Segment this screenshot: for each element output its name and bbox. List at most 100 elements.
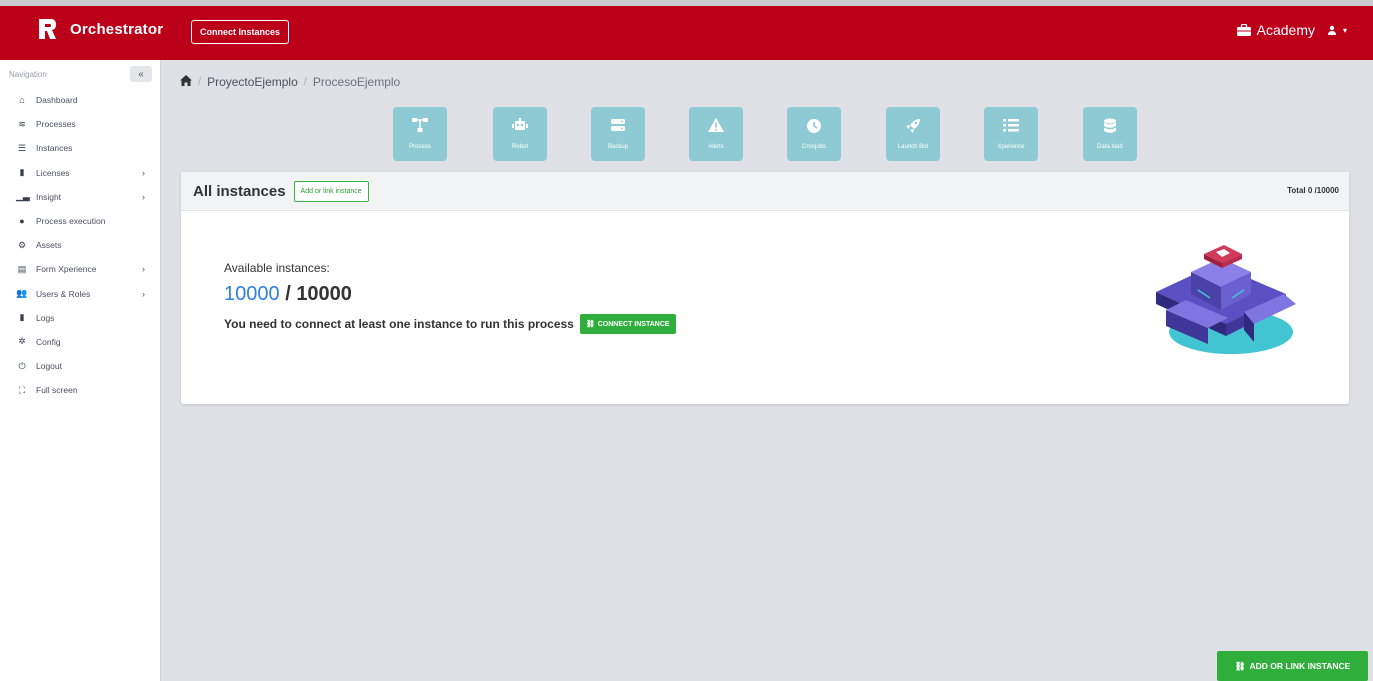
available-current: 10000 [224,283,280,305]
panel-header: All instances Add or link instance Total… [181,172,1349,211]
tool-backup[interactable]: Backup [591,107,645,161]
tool-robot[interactable]: Robot [493,107,547,161]
sidebar-item-form-xperience[interactable]: ▤ Form Xperience › [0,257,160,281]
collapse-sidebar-button[interactable]: « [130,66,152,82]
tool-process[interactable]: Process [393,107,447,161]
sidebar-item-label: Users & Roles [36,288,91,299]
sidebar-item-label: Config [36,336,61,347]
power-icon: ⏻ [18,360,26,371]
robot-icon [512,118,528,138]
server-icon: ☰ [17,142,27,153]
clock-icon [806,118,822,138]
top-navbar: Orchestrator Connect Instances Academy ▾ [0,0,1373,60]
sidebar-item-label: Insight [36,191,62,202]
server-icon [610,118,626,138]
breadcrumb-separator: / [303,76,307,88]
user-name: Academy [1256,22,1315,38]
tool-label: Robot [511,144,528,150]
sidebar-item-instances[interactable]: ☰ Instances [0,136,160,160]
nav-title: Navigation [9,70,47,79]
sidebar-item-processes[interactable]: ≋ Processes [0,112,160,136]
available-instances-count: 10000 / 10000 [224,283,352,306]
clock-icon: ● [19,216,25,227]
user-icon [1327,25,1336,35]
breadcrumb-project[interactable]: ProyectoEjemplo [207,75,298,89]
sidebar-item-label: Assets [36,240,62,251]
tool-xperience[interactable]: Xperience [984,107,1038,161]
brand[interactable]: Orchestrator [36,17,163,41]
panel-title: All instances [193,182,286,200]
sidebar-item-process-execution[interactable]: ● Process execution [0,209,160,233]
add-or-link-instance-floating-button[interactable]: ⛓ ADD OR LINK INSTANCE [1217,651,1368,681]
sitemap-icon [412,118,428,138]
connect-instance-button[interactable]: ⛓ CONNECT INSTANCE [579,314,676,334]
sidebar-item-users-roles[interactable]: 👥 Users & Roles › [0,282,160,306]
sidebar-item-insight[interactable]: ▁▃ Insight › [0,185,160,209]
file-icon: ▮ [19,167,25,178]
link-icon: ⛓ [1234,660,1246,671]
sidebar-item-label: Processes [36,119,76,130]
tool-label: Launch Bot [897,144,929,150]
tool-data-load[interactable]: Data load [1083,107,1137,161]
tool-cronjobs[interactable]: Cronjobs [787,107,841,161]
tool-alerts[interactable]: Alerts [689,107,743,161]
user-menu[interactable]: Academy ▾ [1236,22,1347,38]
chevron-down-icon: ▾ [1342,25,1347,35]
file-icon: ▮ [19,312,25,323]
sidebar-item-logout[interactable]: ⏻ Logout [0,354,160,378]
expand-icon: ⛶ [18,384,26,395]
instances-panel: All instances Add or link instance Total… [181,172,1349,404]
sidebar-nav: ⌂ Dashboard ≋ Processes ☰ Instances ▮ Li… [0,88,160,402]
available-max: 10000 [296,283,352,305]
chart-icon: ▁▃ [16,191,30,202]
list-icon [1003,118,1019,138]
tool-label: Backup [607,144,628,150]
database-icon [1103,118,1117,138]
chevron-right-icon: › [142,288,145,299]
server-illustration [1156,245,1296,354]
float-button-label: ADD OR LINK INSTANCE [1249,661,1351,671]
sidebar-item-dashboard[interactable]: ⌂ Dashboard [0,88,160,112]
orchestrator-logo-icon [39,19,56,39]
chevron-right-icon: › [142,167,145,178]
breadcrumb-process: ProcesoEjemplo [312,75,401,89]
sidebar-item-config[interactable]: ✲ Config [0,330,160,354]
form-icon: ▤ [17,263,27,274]
briefcase-icon [1236,24,1251,36]
breadcrumb: / ProyectoEjemplo / ProcesoEjemplo [180,75,400,89]
tool-label: Process [409,144,431,150]
tool-label: Xperience [997,144,1025,150]
users-icon: 👥 [16,288,28,299]
home-icon[interactable] [180,75,192,89]
brand-name: Orchestrator [70,20,164,38]
sidebar-item-label: Process execution [36,216,106,227]
sidebar-item-label: Logout [36,361,62,372]
tool-launch-bot[interactable]: Launch Bot [886,107,940,161]
connect-instances-button[interactable]: Connect Instances [191,20,290,44]
sidebar: Navigation « ⌂ Dashboard ≋ Processes ☰ I… [0,60,161,681]
tool-label: Data load [1097,144,1123,150]
available-instances-label: Available instances: [224,261,330,275]
available-separator: / [285,283,291,305]
sidebar-item-label: Full screen [36,385,78,396]
add-or-link-instance-button[interactable]: Add or link instance [293,180,369,202]
total-count: Total 0 /10000 [1287,186,1339,195]
sidebar-item-logs[interactable]: ▮ Logs [0,306,160,330]
home-icon: ⌂ [19,95,25,106]
chevron-right-icon: › [142,264,145,275]
cogs-icon: ⚙ [17,239,27,250]
rocket-icon [905,118,921,138]
sidebar-item-label: Licenses [36,167,70,178]
sidebar-item-label: Dashboard [36,95,78,106]
layers-icon: ≋ [18,118,26,129]
sidebar-item-licenses[interactable]: ▮ Licenses › [0,161,160,185]
sidebar-item-assets[interactable]: ⚙ Assets [0,233,160,257]
tool-label: Cronjobs [801,144,826,150]
gear-icon: ✲ [18,336,26,347]
connect-instance-label: CONNECT INSTANCE [597,320,670,328]
sidebar-item-full-screen[interactable]: ⛶ Full screen [0,378,160,402]
connect-notice: You need to connect at least one instanc… [224,314,676,334]
sidebar-item-label: Form Xperience [36,264,97,275]
sidebar-item-label: Instances [36,143,73,154]
tool-label: Alerts [708,144,724,150]
